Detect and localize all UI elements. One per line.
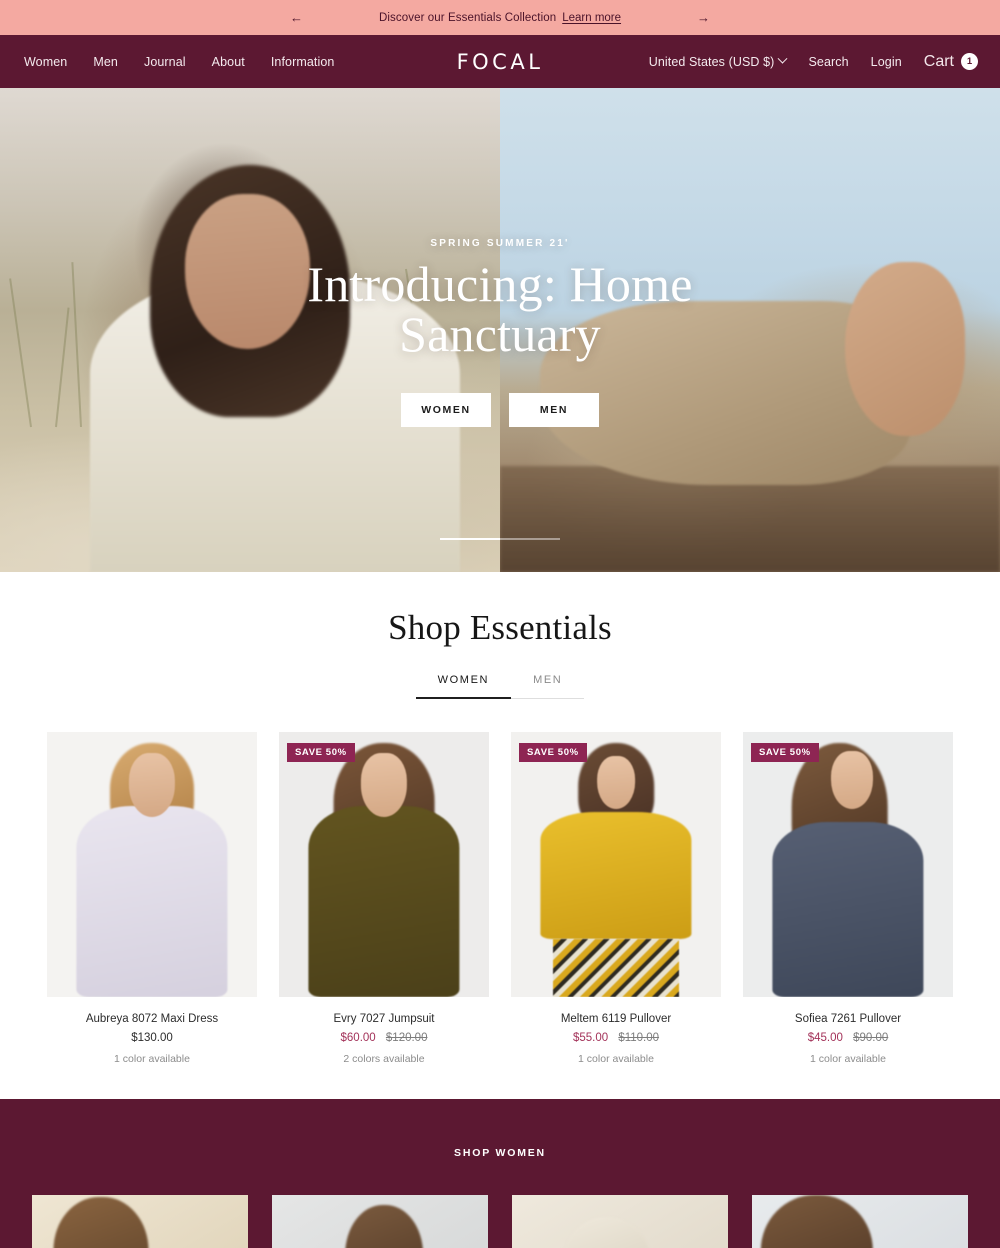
cart-button[interactable]: Cart 1 [924,53,978,71]
cart-label: Cart [923,52,954,70]
model-face [360,753,408,817]
product-price-current: $45.00 [807,1032,843,1044]
product-card[interactable]: SAVE 50% Meltem 6119 Pullover $55.00 $11… [511,732,721,1065]
product-image[interactable]: SAVE 50% [279,732,489,997]
product-price-current: $130.00 [131,1032,173,1044]
announcement-text: Discover our Essentials Collection [378,11,557,24]
nav-item-about[interactable]: About [212,55,245,69]
arrow-left-icon[interactable]: ← [290,11,303,24]
login-button[interactable]: Login [871,55,902,69]
hero-cta-group: WOMEN MEN [401,393,599,427]
product-model [47,732,257,997]
product-color-count: 1 color available [114,1053,190,1065]
product-price-current: $60.00 [340,1032,376,1044]
model-face [128,753,176,817]
product-price: $60.00 $120.00 [279,1032,489,1044]
product-price-compare: $110.00 [618,1032,660,1044]
collection-card[interactable] [512,1195,728,1248]
hero-cta-women[interactable]: WOMEN [401,393,491,427]
model-hair [53,1197,149,1248]
model-skirt [553,938,679,997]
product-card[interactable]: SAVE 50% Evry 7027 Jumpsuit $60.00 $120.… [279,732,489,1065]
nav-item-information[interactable]: Information [271,55,335,69]
product-price-compare: $90.00 [853,1032,889,1044]
model-garment [308,806,460,997]
product-title[interactable]: Sofiea 7261 Pullover [743,1013,953,1025]
search-button[interactable]: Search [808,55,848,69]
model-hair [345,1204,424,1248]
hero-title: Introducing: Home Sanctuary [307,256,693,362]
collection-card[interactable] [272,1195,488,1248]
announcement-learn-more-link[interactable]: Learn more [562,12,621,24]
tab-women[interactable]: WOMEN [415,674,512,699]
nav-item-men[interactable]: Men [93,55,118,69]
product-image[interactable]: SAVE 50% [743,732,953,997]
hero-eyebrow: SPRING SUMMER 21' [430,238,570,249]
collection-card[interactable] [752,1195,968,1248]
product-color-count: 1 color available [810,1053,886,1065]
sale-badge: SAVE 50% [751,743,819,762]
product-price: $55.00 $110.00 [511,1032,721,1044]
collection-card[interactable] [32,1195,248,1248]
shop-women-section: SHOP WOMEN [0,1099,1000,1248]
locale-label: United States (USD $) [648,54,775,69]
product-image[interactable]: SAVE 50% [511,732,721,997]
sale-badge: SAVE 50% [519,743,587,762]
product-title[interactable]: Evry 7027 Jumpsuit [279,1013,489,1025]
product-color-count: 1 color available [578,1053,654,1065]
locale-selector[interactable]: United States (USD $) [648,53,788,69]
product-title[interactable]: Meltem 6119 Pullover [511,1013,721,1025]
product-title[interactable]: Aubreya 8072 Maxi Dress [47,1013,257,1025]
product-model [743,732,953,997]
sale-badge: SAVE 50% [287,743,355,762]
arrow-right-icon[interactable]: → [697,11,710,24]
shop-essentials-section: Shop Essentials WOMEN MEN Aubreya 8072 M… [0,572,1000,1099]
site-logo[interactable]: FOCAL [457,50,544,74]
model-garment [76,806,228,997]
section-title: Shop Essentials [388,608,612,647]
model-garment [772,822,924,997]
model-face [597,755,635,809]
site-header: Women Men Journal About Information FOCA… [0,35,1000,88]
product-price: $130.00 [47,1032,257,1044]
collection-tabs: WOMEN MEN [0,674,1000,699]
product-model [511,732,721,997]
product-price-compare: $120.00 [385,1032,428,1044]
model-hair [760,1195,873,1248]
shop-women-carousel [0,1195,1000,1248]
shop-women-title: SHOP WOMEN [454,1147,546,1159]
model-garment [540,811,692,939]
announcement-bar: ← Discover our Essentials Collection Lea… [0,0,1000,35]
hero-slider-progress-fill [440,538,500,540]
nav-item-women[interactable]: Women [24,55,67,69]
chevron-down-icon [778,53,788,64]
product-model [279,732,489,997]
product-price-current: $55.00 [572,1032,609,1044]
product-color-count: 2 colors available [343,1053,425,1065]
hero-slider-progress[interactable] [440,538,560,540]
nav-item-journal[interactable]: Journal [144,55,186,69]
hero-cta-men[interactable]: MEN [509,393,599,427]
tab-men[interactable]: MEN [511,674,585,699]
product-price: $45.00 $90.00 [743,1032,953,1044]
product-card[interactable]: Aubreya 8072 Maxi Dress $130.00 1 color … [47,732,257,1065]
model-hat [563,1216,651,1248]
cart-count-badge: 1 [961,53,978,70]
primary-navigation: Women Men Journal About Information [24,55,334,69]
model-face [831,750,874,809]
utility-navigation: United States (USD $) Search Login Cart … [649,53,978,71]
product-image[interactable] [47,732,257,997]
product-grid: Aubreya 8072 Maxi Dress $130.00 1 color … [0,732,1000,1065]
hero-content: SPRING SUMMER 21' Introducing: Home Sanc… [0,88,1000,572]
product-card[interactable]: SAVE 50% Sofiea 7261 Pullover $45.00 $90… [743,732,953,1065]
hero-slider: SPRING SUMMER 21' Introducing: Home Sanc… [0,88,1000,572]
